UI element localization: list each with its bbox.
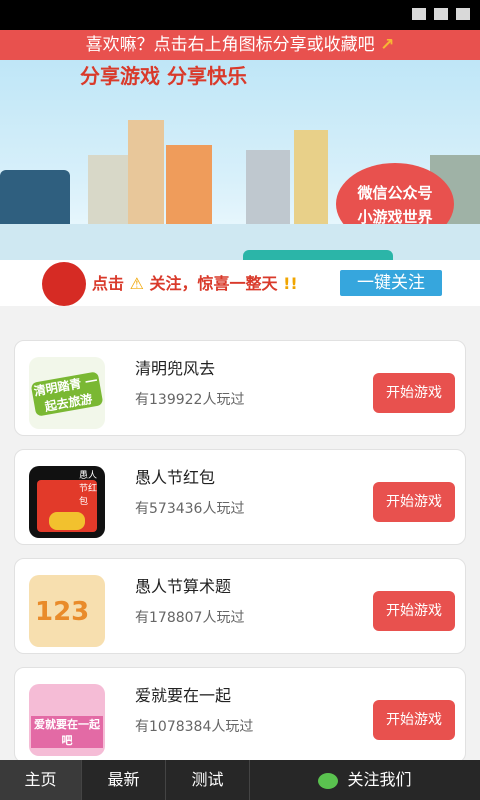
chili-logo-icon <box>42 262 86 306</box>
game-title: 愚人节红包 <box>135 468 216 487</box>
tab-latest[interactable]: 最新 <box>82 760 166 800</box>
game-title: 爱就要在一起 <box>135 686 232 705</box>
game-thumbnail[interactable]: 愚人节红包 <box>29 466 105 538</box>
game-card[interactable]: 愚人节红包 愚人节红包 有573436人玩过 开始游戏 <box>14 449 466 545</box>
notice-text: 喜欢嘛？点击右上角图标分享或收藏吧 <box>85 35 375 55</box>
game-title: 清明兜风去 <box>135 359 216 378</box>
wechat-icon <box>318 772 339 789</box>
game-thumbnail[interactable]: 爱就要在一起吧 <box>29 684 105 756</box>
bottom-tab-bar: 主页 最新 测试 关注我们 <box>0 760 480 800</box>
arrow-up-right-icon: ↗ <box>380 35 395 55</box>
thumbnail-text: 123 <box>35 597 90 627</box>
status-icons <box>412 8 470 20</box>
tab-follow-us[interactable]: 关注我们 <box>250 760 480 800</box>
thumbnail-text: 清明踏青 一起去旅游 <box>30 371 104 417</box>
tab-test[interactable]: 测试 <box>166 760 250 800</box>
play-count: 有1078384人玩过 <box>135 719 254 735</box>
game-thumbnail[interactable]: 123 <box>29 575 105 647</box>
play-count: 有139922人玩过 <box>135 392 245 408</box>
follow-text-prefix: 点击 <box>92 274 125 293</box>
thumbnail-text: 爱就要在一起吧 <box>31 716 103 748</box>
start-game-button[interactable]: 开始游戏 <box>373 373 455 413</box>
building-illustration <box>88 155 128 235</box>
tab-follow-label: 关注我们 <box>347 770 412 789</box>
share-notice-bar: 喜欢嘛？点击右上角图标分享或收藏吧 ↗ <box>0 30 480 60</box>
start-game-button[interactable]: 开始游戏 <box>373 700 455 740</box>
thumbnail-text: 愚人节红包 <box>79 471 98 507</box>
play-count: 有178807人玩过 <box>135 610 245 626</box>
warning-icon: ⚠ <box>129 274 144 293</box>
start-game-button[interactable]: 开始游戏 <box>373 482 455 522</box>
share-banner[interactable]: 分享游戏 分享快乐 微信公众号 小游戏世界 分享 <box>0 60 480 260</box>
play-count: 有573436人玩过 <box>135 501 245 517</box>
signal-icon <box>434 8 448 20</box>
game-card[interactable]: 清明踏青 一起去旅游 清明兜风去 有139922人玩过 开始游戏 <box>14 340 466 436</box>
battery-icon <box>456 8 470 20</box>
tab-home[interactable]: 主页 <box>0 760 82 800</box>
banner-title: 分享游戏 分享快乐 <box>80 64 247 88</box>
game-title: 愚人节算术题 <box>135 577 232 596</box>
wifi-icon <box>412 8 426 20</box>
bubble-line-1: 微信公众号 <box>357 184 433 202</box>
follow-bar: 点击 ⚠ 关注，惊喜一整天 !! 一键关注 <box>0 260 480 306</box>
one-click-follow-button[interactable]: 一键关注 <box>340 270 442 296</box>
road <box>0 224 480 260</box>
game-list[interactable]: 清明踏青 一起去旅游 清明兜风去 有139922人玩过 开始游戏 愚人节红包 愚… <box>0 306 480 760</box>
bus-illustration: 分享 <box>243 250 393 260</box>
building-illustration <box>128 120 164 240</box>
game-thumbnail[interactable]: 清明踏青 一起去旅游 <box>29 357 105 429</box>
game-card[interactable]: 爱就要在一起吧 爱就要在一起 有1078384人玩过 开始游戏 <box>14 667 466 760</box>
status-bar <box>0 0 480 30</box>
follow-text-mid: 关注，惊喜一整天 <box>149 274 278 293</box>
gold-ingot-icon <box>49 512 85 530</box>
building-illustration <box>0 170 70 230</box>
game-card[interactable]: 123 愚人节算术题 有178807人玩过 开始游戏 <box>14 558 466 654</box>
start-game-button[interactable]: 开始游戏 <box>373 591 455 631</box>
follow-text-suffix: !! <box>283 274 298 293</box>
follow-promo-text: 点击 ⚠ 关注，惊喜一整天 !! <box>92 270 298 294</box>
